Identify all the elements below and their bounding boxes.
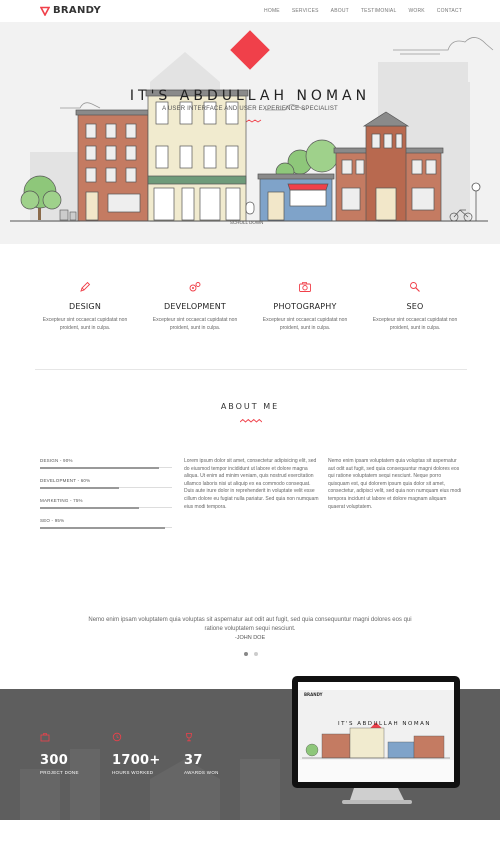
nav-services[interactable]: SERVICES — [292, 8, 319, 14]
skill-design: DESIGN - 90% — [40, 458, 172, 469]
testimonial-quote: Nemo enim ipsam voluptatem quia voluptas… — [88, 617, 412, 632]
skill-label: SEO - 95% — [40, 518, 65, 523]
skill-bar — [40, 486, 172, 489]
skill-bar-fill — [40, 486, 120, 489]
stat-number: 37 — [184, 753, 203, 768]
skill-bar-fill — [40, 506, 139, 509]
city-illustration — [10, 30, 494, 222]
stat-number: 1700+ — [112, 753, 161, 768]
section-divider — [35, 369, 467, 370]
service-text: Excepteur sint occaecat cupidatat non pr… — [152, 317, 238, 331]
service-title: SEO — [406, 302, 424, 311]
hero-subtitle: A USER INTERFACE AND USER EXPERIENCE SPE… — [162, 106, 338, 112]
about-title: ABOUT ME — [220, 402, 280, 411]
clock-icon — [112, 732, 122, 742]
gears-icon — [140, 280, 250, 294]
slider-dot[interactable] — [244, 652, 248, 656]
monitor-brand: BRANDY — [304, 692, 323, 697]
briefcase-icon — [40, 733, 50, 742]
skill-bar — [40, 506, 172, 509]
scroll-down-link[interactable]: SCROLL DOWN — [230, 220, 263, 225]
stat-number: 300 — [40, 753, 69, 768]
skill-label: DEVELOPMENT - 60% — [40, 478, 91, 483]
slider-dot[interactable] — [254, 652, 258, 656]
about-text-column-1: Lorem ipsum dolor sit amet, consectetur … — [184, 458, 319, 510]
testimonial: Nemo enim ipsam voluptatem quia voluptas… — [80, 616, 420, 643]
skill-bar-fill — [40, 466, 159, 469]
skill-development: DEVELOPMENT - 60% — [40, 478, 172, 489]
hero-title: IT'S ABDULLAH NOMAN — [129, 88, 371, 104]
service-text: Excepteur sint occaecat cupidatat non pr… — [42, 317, 128, 331]
service-seo: SEO Excepteur sint occaecat cupidatat no… — [360, 280, 470, 332]
service-title: DESIGN — [68, 302, 102, 311]
slider-dots — [244, 652, 258, 656]
nav-home[interactable]: HOME — [264, 8, 280, 14]
skill-label: DESIGN - 90% — [40, 458, 73, 463]
stat-awards: 37 AWARDS WON — [184, 729, 219, 775]
services-section: DESIGN Excepteur sint occaecat cupidatat… — [30, 280, 470, 332]
brand-name: BRANDY — [53, 5, 102, 16]
stat-label: HOURS WORKED — [112, 770, 154, 775]
skill-seo: SEO - 95% — [40, 518, 172, 529]
nav-contact[interactable]: CONTACT — [437, 8, 462, 14]
monitor-frame — [292, 676, 460, 804]
camera-icon — [250, 280, 360, 294]
service-photography: PHOTOGRAPHY Excepteur sint occaecat cupi… — [250, 280, 360, 332]
service-development: DEVELOPMENT Excepteur sint occaecat cupi… — [140, 280, 250, 332]
triangle-logo-icon — [40, 6, 50, 16]
trophy-icon — [186, 733, 192, 742]
nav-work[interactable]: WORK — [408, 8, 424, 14]
main-menu: HOME SERVICES ABOUT TESTIMONIAL WORK CON… — [264, 8, 462, 14]
nav-about[interactable]: ABOUT — [331, 8, 349, 14]
stat-label: PROJECT DONE — [40, 770, 79, 775]
stat-label: AWARDS WON — [184, 770, 219, 775]
hero-diamond — [230, 30, 270, 70]
skill-marketing: MARKETING - 75% — [40, 498, 172, 509]
monitor-hero-title: IT'S ABDULLAH NOMAN — [338, 721, 431, 727]
pencil-icon — [30, 280, 140, 294]
skill-bar — [40, 526, 172, 529]
service-title: PHOTOGRAPHY — [273, 302, 337, 311]
hero-section: IT'S ABDULLAH NOMAN A USER INTERFACE AND… — [0, 22, 500, 244]
magnifier-icon — [360, 280, 470, 294]
skill-label: MARKETING - 75% — [40, 498, 83, 503]
service-text: Excepteur sint occaecat cupidatat non pr… — [262, 317, 348, 331]
skills-list: DESIGN - 90% DEVELOPMENT - 60% MARKETING… — [40, 458, 172, 538]
monitor-mockup: BRANDY IT'S ABDULLAH NOMAN — [292, 676, 477, 821]
skill-bar-fill — [40, 526, 166, 529]
testimonial-author: -JOHN DOE — [234, 635, 266, 641]
brand-logo[interactable]: BRANDY — [40, 5, 101, 16]
about-text-column-2: Nemo enim ipsam voluptatem quia voluptas… — [328, 458, 462, 510]
top-navbar: BRANDY HOME SERVICES ABOUT TESTIMONIAL W… — [0, 0, 500, 22]
service-text: Excepteur sint occaecat cupidatat non pr… — [372, 317, 458, 331]
nav-testimonial[interactable]: TESTIMONIAL — [361, 8, 397, 14]
skill-bar — [40, 466, 172, 469]
wave-divider-icon — [240, 418, 262, 423]
stat-projects: 300 PROJECT DONE — [40, 729, 79, 775]
service-title: DEVELOPMENT — [163, 302, 227, 311]
stat-hours: 1700+ HOURS WORKED — [112, 729, 161, 775]
service-design: DESIGN Excepteur sint occaecat cupidatat… — [30, 280, 140, 332]
